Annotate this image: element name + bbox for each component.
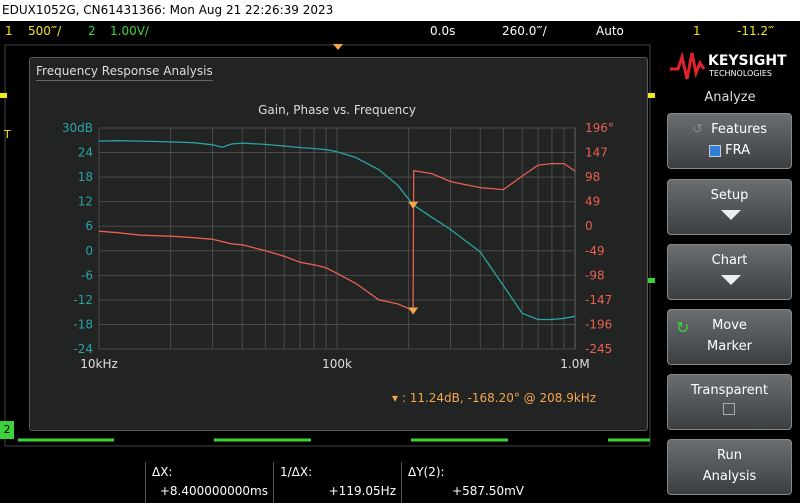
y-left-tick-label: -6 <box>81 268 93 282</box>
fra-panel: Frequency Response Analysis Gain, Phase … <box>29 57 648 431</box>
y-left-tick-label: 12 <box>78 195 93 209</box>
marker-readout-icon: ▾ : <box>392 391 410 405</box>
delta-x-readout: ΔX: +8.400000000ms <box>145 462 274 503</box>
marker-point <box>408 307 419 315</box>
y-right-tick-label: 196° <box>585 121 614 135</box>
status-bar: 1 500‴/ 2 1.00V/ 0.0s 260.0‴/ Auto 1 -11… <box>0 21 800 41</box>
y-right-tick-label: -98 <box>585 268 605 282</box>
marker-readout: ▾ : 11.24dB, -168.20° @ 208.9kHz <box>392 391 597 405</box>
y-right-tick-label: 49 <box>585 195 600 209</box>
keysight-logo: KEYSIGHT TECHNOLOGIES <box>670 51 787 80</box>
trigger-tag: T <box>4 128 11 141</box>
checkbox-icon <box>708 144 721 157</box>
checkbox-icon <box>723 403 735 415</box>
fra-chart: Gain, Phase vs. Frequency 30dB 196° 24 147 18… <box>62 103 614 371</box>
x-tick-label: 10kHz <box>80 357 118 371</box>
features-button[interactable]: ↺ Features FRA <box>667 113 792 169</box>
y-right-tick-label: 98 <box>585 170 600 184</box>
y-left-tick-label: 18 <box>78 170 93 184</box>
ch1-left-marker <box>0 93 7 98</box>
y-right-tick-label: -147 <box>585 293 612 307</box>
y-left-tick-label: 30dB <box>62 121 93 135</box>
y-left-tick-label: 24 <box>78 146 93 160</box>
y-left-tick-label: 0 <box>85 244 93 258</box>
chart-button[interactable]: Chart <box>667 244 792 300</box>
transparent-button[interactable]: Transparent <box>667 374 792 430</box>
setup-button[interactable]: Setup <box>667 179 792 235</box>
svg-text:KEYSIGHT: KEYSIGHT <box>708 53 787 69</box>
time-delay[interactable]: 0.0s <box>430 21 455 41</box>
delta-y-readout: ΔY(2): +587.50mV <box>401 462 530 503</box>
trigger-level[interactable]: -11.2‴ <box>737 21 774 41</box>
setup-label: Setup <box>710 188 749 203</box>
x-tick-label: 1.0M <box>560 357 589 371</box>
y-right-tick-label: -49 <box>585 244 605 258</box>
trigger-channel[interactable]: 1 <box>693 21 701 41</box>
y-left-tick-label: -24 <box>73 342 93 356</box>
y-right-tick-label: -196 <box>585 317 612 331</box>
transparent-label: Transparent <box>691 383 768 398</box>
move-marker-line2: Marker <box>707 339 752 354</box>
move-marker-line1: Move <box>712 318 747 333</box>
ch2-ground-tag: 2 <box>0 421 14 439</box>
window-title: EDUX1052G, CN61431366: Mon Aug 21 22:26:… <box>0 0 800 21</box>
y-left-tick-label: -18 <box>73 317 93 331</box>
y-left-tick-label: 6 <box>85 219 93 233</box>
ch1-scale[interactable]: 500‴/ <box>28 21 61 41</box>
trigger-mode[interactable]: Auto <box>596 21 624 41</box>
x-tick-label: 100k <box>322 357 352 371</box>
down-arrow-icon <box>721 210 741 220</box>
ch2-number[interactable]: 2 <box>88 21 96 41</box>
run-analysis-button[interactable]: Run Analysis <box>667 439 792 495</box>
svg-text:TECHNOLOGIES: TECHNOLOGIES <box>708 69 772 78</box>
down-arrow-icon <box>721 275 741 285</box>
features-label: ↺ Features <box>691 122 768 137</box>
rotate-icon: ↺ <box>691 122 703 137</box>
features-value: FRA <box>668 143 791 158</box>
run-analysis-line1: Run <box>717 448 742 463</box>
inverse-delta-x-readout: 1/ΔX: +119.05Hz <box>273 462 402 503</box>
time-reference-marker <box>333 44 343 50</box>
y-right-tick-label: 147 <box>585 146 608 160</box>
ch1-level-marker <box>648 93 655 98</box>
move-marker-button[interactable]: ↻ Move Marker <box>667 309 792 365</box>
ch2-scale[interactable]: 1.00V/ <box>110 21 149 41</box>
ch1-number[interactable]: 1 <box>5 21 13 41</box>
chart-title: Gain, Phase vs. Frequency <box>258 103 416 117</box>
y-left-tick-label: -12 <box>73 293 93 307</box>
chart-label: Chart <box>711 253 748 268</box>
y-right-tick-label: -245 <box>585 342 612 356</box>
menu-title: Analyze <box>704 90 756 105</box>
y-right-tick-label: 0 <box>585 219 593 233</box>
time-scale[interactable]: 260.0‴/ <box>502 21 547 41</box>
run-analysis-line2: Analysis <box>702 469 757 484</box>
cursor-readouts: ΔX: +8.400000000ms 1/ΔX: +119.05Hz ΔY(2)… <box>0 462 660 503</box>
